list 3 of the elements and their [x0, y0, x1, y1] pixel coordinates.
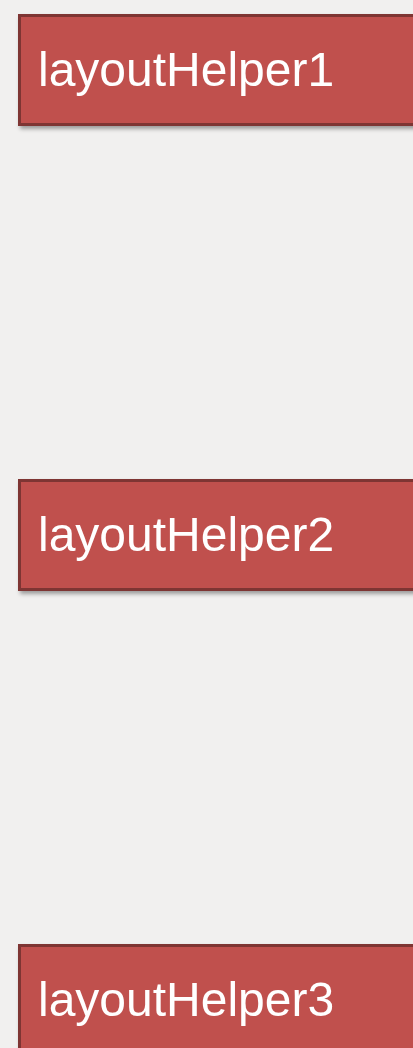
layout-helper-box: layoutHelper3 — [18, 944, 413, 1048]
layout-helper-box: layoutHelper1 — [18, 14, 413, 126]
layout-helper-box: layoutHelper2 — [18, 479, 413, 591]
